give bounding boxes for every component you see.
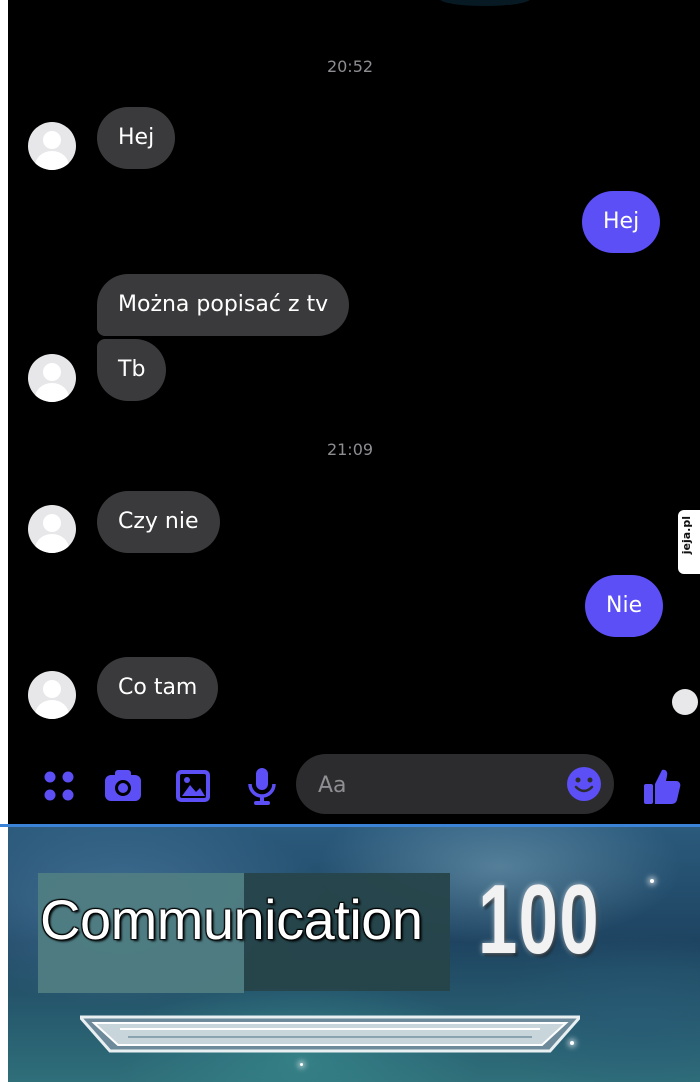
top-glow <box>440 0 530 6</box>
watermark-tag: jeja.pl <box>678 510 700 574</box>
contact-avatar[interactable] <box>28 122 76 170</box>
message-composer[interactable] <box>296 754 614 814</box>
timestamp: 20:52 <box>326 57 374 76</box>
contact-avatar[interactable] <box>28 505 76 553</box>
apps-grid-icon[interactable] <box>38 764 82 808</box>
message-input[interactable] <box>316 768 540 802</box>
incoming-message[interactable]: Hej <box>97 107 176 169</box>
skill-meme-panel: Communication 100 <box>0 827 700 1082</box>
skill-level: 100 <box>478 864 601 974</box>
microphone-icon[interactable] <box>240 764 284 808</box>
thumbs-up-icon[interactable] <box>640 764 684 808</box>
outgoing-message[interactable]: Nie <box>585 575 664 637</box>
timestamp: 21:09 <box>326 440 374 459</box>
skill-name: Communication <box>40 888 423 951</box>
read-receipt-avatar <box>672 689 698 715</box>
contact-avatar[interactable] <box>28 354 76 402</box>
incoming-message[interactable]: Tb <box>97 339 167 401</box>
gallery-icon[interactable] <box>171 764 215 808</box>
sparkle <box>300 1063 303 1066</box>
emoji-icon[interactable] <box>566 766 602 802</box>
incoming-message[interactable]: Czy nie <box>97 491 220 553</box>
watermark-text: jeja.pl <box>680 516 693 555</box>
sparkle <box>650 879 654 883</box>
skill-progress-bar <box>80 1015 580 1053</box>
contact-avatar[interactable] <box>28 671 76 719</box>
screenshot-border <box>0 827 8 1082</box>
camera-icon[interactable] <box>101 764 145 808</box>
outgoing-message[interactable]: Hej <box>582 191 661 253</box>
incoming-message[interactable]: Można popisać z tv <box>97 274 350 336</box>
incoming-message[interactable]: Co tam <box>97 657 219 719</box>
chat-screen: 20:52 Hej Hej Można popisać z tv Tb 21:0… <box>0 0 700 826</box>
screenshot-border <box>0 0 8 826</box>
